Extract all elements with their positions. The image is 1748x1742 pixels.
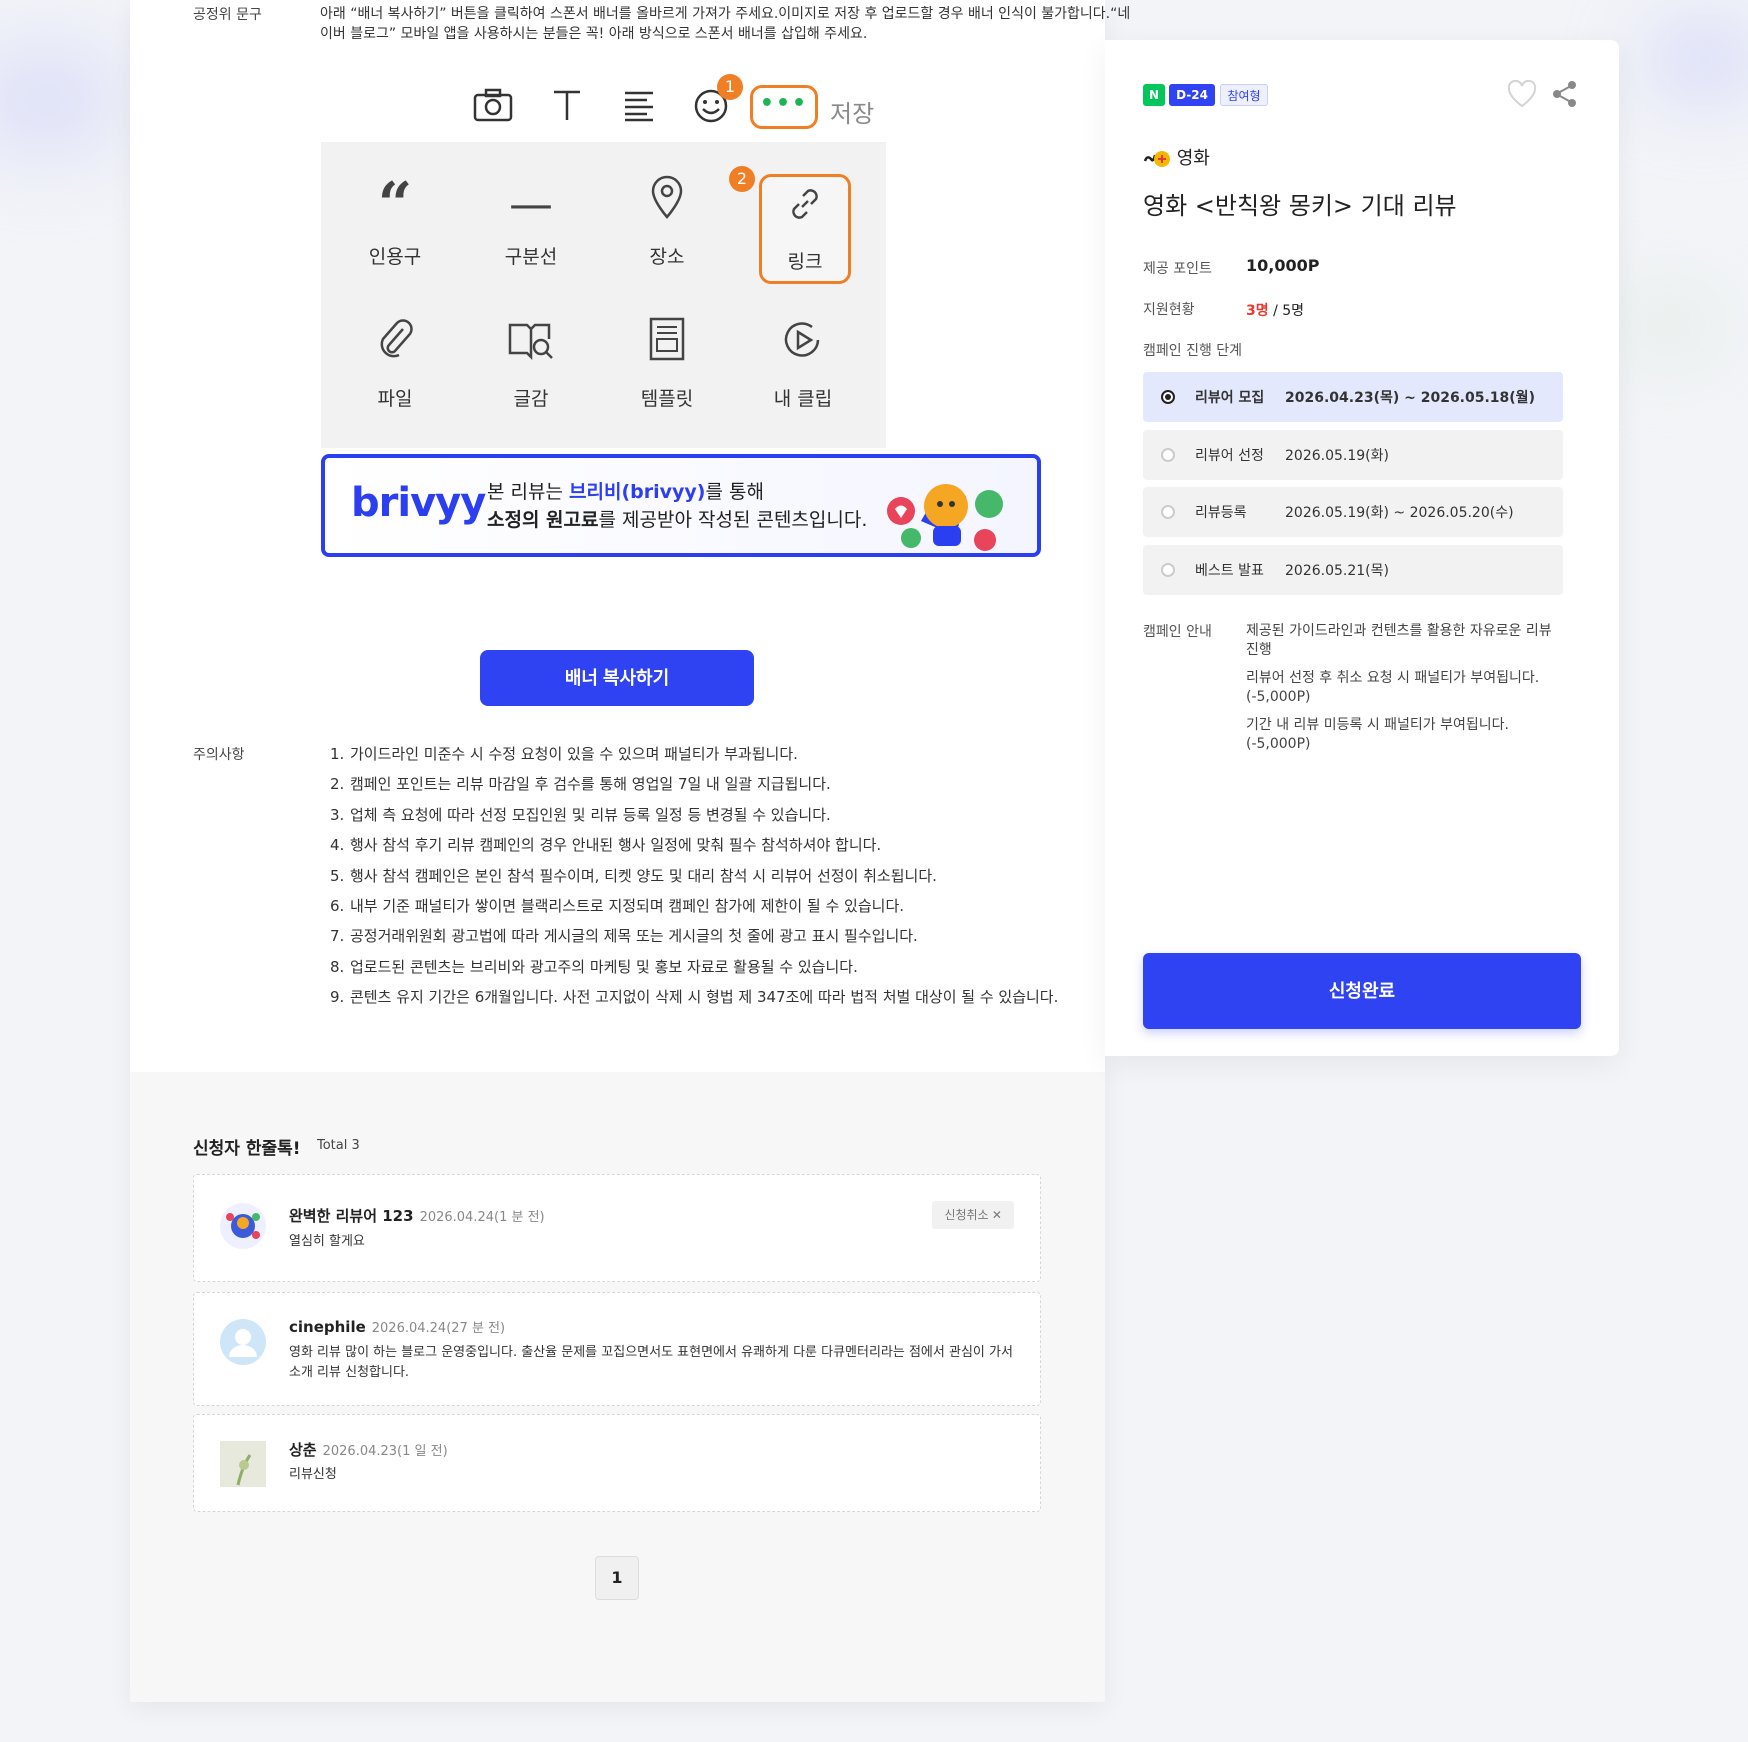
align-icon	[618, 88, 660, 130]
dday-badge: D-24	[1169, 84, 1215, 106]
book-search-icon	[463, 314, 599, 380]
paperclip-icon	[327, 314, 463, 380]
megaphone-illustration	[887, 484, 1003, 551]
fair-notice-text: 아래 “배너 복사하기” 버튼을 클릭하여 스폰서 배너를 올바르게 가져가 주…	[320, 6, 1131, 42]
status-label: 지원현황	[1143, 302, 1195, 318]
steps-label: 캠페인 진행 단계	[1143, 343, 1243, 359]
applicant-date: 2026.04.24(27 분 전)	[371, 1321, 506, 1336]
pagination-page-1[interactable]: 1	[595, 1556, 639, 1600]
movie-category-icon	[1143, 149, 1171, 169]
guide-item: 제공된 가이드라인과 컨텐츠를 활용한 자유로운 리뷰 진행	[1246, 623, 1552, 658]
list-item: 1. 가이드라인 미준수 시 수정 요청이 있을 수 있으며 패널티가 부과됩니다…	[330, 745, 798, 763]
applicant-comment: 영화 리뷰 많이 하는 블로그 운영중입니다. 출산율 문제를 꼬집으면서도 표…	[289, 1345, 1013, 1380]
text-icon	[546, 88, 588, 130]
location-item: 장소	[599, 172, 735, 292]
campaign-summary-card: N D-24 참여형 영화 영화 <반칙왕 몽키> 기대 리뷰 제공 포인트 1…	[1105, 40, 1619, 1056]
applicants-total: Total 3	[317, 1138, 360, 1153]
avatar	[220, 1203, 266, 1249]
list-item: 4. 행사 참석 후기 리뷰 캠페인의 경우 안내된 행사 일정에 맞춰 필수 참…	[330, 836, 882, 855]
status-value: 3명 / 5명	[1246, 303, 1305, 319]
share-icon[interactable]	[1552, 80, 1578, 112]
list-item: 5. 행사 참석 캠페인은 본인 참석 필수이며, 티켓 양도 및 대리 참석 시…	[330, 866, 937, 885]
applicant-date: 2026.04.24(1 분 전)	[419, 1210, 545, 1225]
applicant-comment: 열심히 할게요	[289, 1234, 365, 1249]
applicant-name: 상춘	[289, 1441, 317, 1459]
link-item: 링크	[759, 174, 851, 284]
applicants-section: 신청자 한줄톡! Total 3 완벽한 리뷰어 123 2026.04.24(1…	[130, 1072, 1105, 1702]
brivyy-logo: brivyy	[351, 480, 486, 526]
list-item: 9. 콘텐츠 유지 기간은 6개월입니다. 사전 고지없이 삭제 시 형법 제 3…	[330, 988, 1059, 1007]
applicant-card: cinephile 2026.04.24(27 분 전) 영화 리뷰 많이 하는 …	[193, 1292, 1041, 1406]
step-reviewer-select: 리뷰어 선정 2026.05.19(화)	[1143, 430, 1563, 480]
step-badge: 1	[717, 74, 743, 100]
background-blur	[0, 40, 130, 160]
divider-icon: —	[509, 179, 553, 230]
background-blur	[1610, 280, 1730, 370]
clip-item: 내 클립	[735, 314, 871, 434]
applicant-date: 2026.04.23(1 일 전)	[322, 1444, 448, 1459]
banner-text: 본 리뷰는 브리비(brivyy)를 통해 소정의 원고료를 제공받아 작성된 …	[487, 481, 868, 531]
guide-item: 기간 내 리뷰 미등록 시 패널티가 부여됩니다. (-5,000P)	[1246, 717, 1509, 752]
radio-icon	[1161, 390, 1175, 404]
material-item: 글감	[463, 314, 599, 434]
heart-icon[interactable]	[1507, 79, 1537, 112]
list-item: 8. 업로드된 콘텐츠는 브리비와 광고주의 마케팅 및 홍보 자료로 활용될 수…	[330, 957, 858, 976]
step-reviewer-recruit: 리뷰어 모집 2026.04.23(목) ~ 2026.05.18(월)	[1143, 372, 1563, 422]
camera-icon	[472, 88, 514, 130]
applicant-name: cinephile	[289, 1318, 366, 1336]
participation-badge: 참여형	[1220, 84, 1268, 106]
radio-icon	[1161, 505, 1175, 519]
background-blur	[1640, 20, 1748, 100]
guide-label: 캠페인 안내	[1143, 624, 1212, 640]
apply-complete-button[interactable]: 신청완료	[1143, 953, 1581, 1029]
play-clip-icon	[735, 314, 871, 380]
avatar	[220, 1319, 266, 1365]
applicant-card: 상춘 2026.04.23(1 일 전) 리뷰신청	[193, 1414, 1041, 1512]
guide-item: 리뷰어 선정 후 취소 요청 시 패널티가 부여됩니다. (-5,000P)	[1246, 670, 1540, 705]
campaign-detail-main: 공정위 문구 아래 “배너 복사하기” 버튼을 클릭하여 스폰서 배너를 올바르…	[130, 0, 1130, 1702]
more-icon: •••	[750, 85, 818, 129]
cancel-application-button[interactable]: 신청취소 ✕	[932, 1201, 1014, 1229]
applicant-card: 완벽한 리뷰어 123 2026.04.24(1 분 전) 열심히 할게요 신청취…	[193, 1174, 1041, 1282]
quote-icon: “	[377, 170, 413, 240]
point-label: 제공 포인트	[1143, 261, 1212, 277]
list-item: 6. 내부 기준 패널티가 쌓이면 블랙리스트로 지정되며 캠페인 참가에 제한이…	[330, 896, 905, 915]
radio-icon	[1161, 563, 1175, 577]
list-item: 3. 업체 측 요청에 따라 선정 모집인원 및 리뷰 등록 일정 등 변경될 수…	[330, 805, 831, 824]
location-pin-icon	[599, 172, 735, 238]
insert-menu-illustration: “ 인용구 — 구분선 장소 링크 2 파일 글감 템플릿 내 클립	[321, 142, 886, 448]
template-icon	[599, 314, 735, 380]
copy-banner-button[interactable]: 배너 복사하기	[480, 650, 754, 706]
template-item: 템플릿	[599, 314, 735, 434]
step-best-announce: 베스트 발표 2026.05.21(목)	[1143, 545, 1563, 595]
avatar	[220, 1441, 266, 1487]
campaign-title: 영화 <반칙왕 몽키> 기대 리뷰	[1143, 192, 1457, 220]
point-value: 10,000P	[1246, 256, 1320, 275]
list-item: 2. 캠페인 포인트는 리뷰 마감일 후 검수를 통해 영업일 7일 내 일괄 지…	[330, 775, 831, 794]
naver-badge: N	[1143, 84, 1165, 106]
applicant-comment: 리뷰신청	[289, 1467, 337, 1482]
file-item: 파일	[327, 314, 463, 434]
sponsor-banner: brivyy 본 리뷰는 브리비(brivyy)를 통해 소정의 원고료를 제공…	[321, 454, 1041, 557]
list-item: 7. 공정거래위원회 광고법에 따라 게시글의 제목 또는 게시글의 첫 줄에 광…	[330, 927, 918, 946]
save-label: 저장	[830, 100, 875, 128]
applicant-name: 완벽한 리뷰어 123	[289, 1207, 414, 1225]
campaign-category: 영화	[1143, 144, 1210, 170]
caution-label: 주의사항	[193, 747, 245, 763]
step-badge: 2	[729, 166, 755, 192]
fair-notice-label: 공정위 문구	[193, 7, 262, 23]
step-review-register: 리뷰등록 2026.05.19(화) ~ 2026.05.20(수)	[1143, 487, 1563, 537]
editor-toolbar-illustration: 1 ••• 저장	[320, 74, 885, 150]
applicants-title: 신청자 한줄톡!	[193, 1139, 301, 1159]
divider-item: — 구분선	[463, 172, 599, 292]
caution-list: 1. 가이드라인 미준수 시 수정 요청이 있을 수 있으며 패널티가 부과됩니다…	[330, 742, 1058, 1016]
quote-item: “ 인용구	[327, 172, 463, 292]
link-icon	[762, 177, 848, 243]
radio-icon	[1161, 448, 1175, 462]
